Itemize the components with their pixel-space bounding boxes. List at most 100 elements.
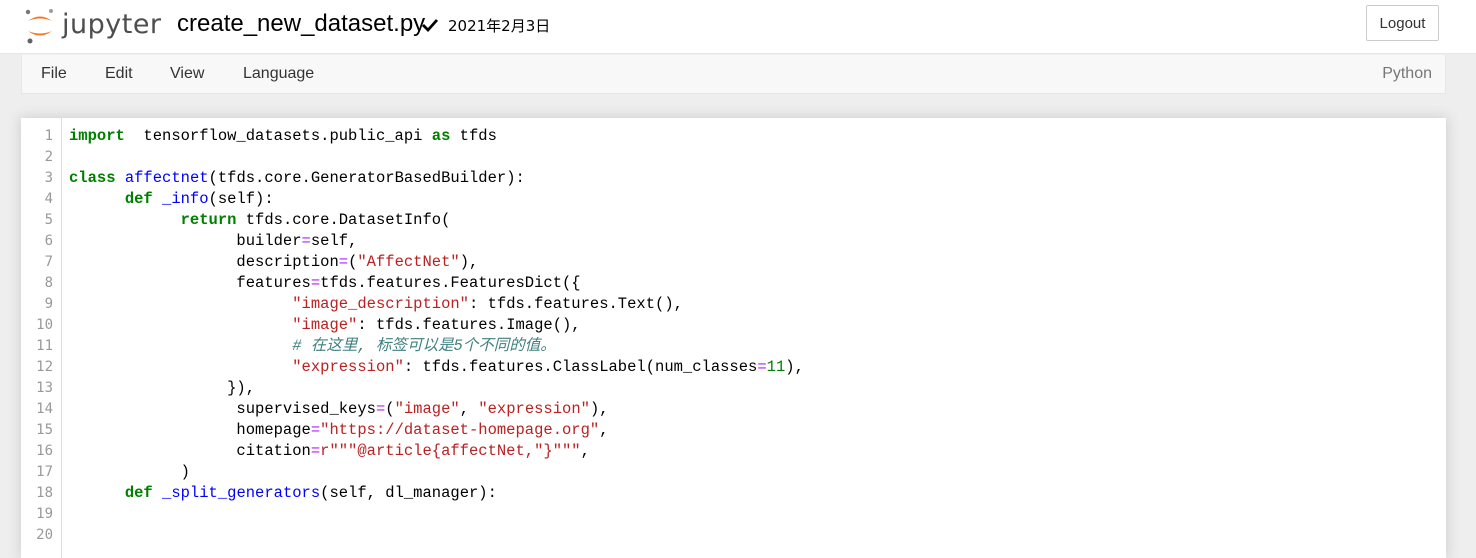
menu-edit[interactable]: Edit — [105, 65, 133, 83]
code-token: = — [301, 232, 311, 250]
code-token: def — [124, 190, 153, 208]
code-area[interactable]: import tensorflow_datasets.public_api as… — [69, 126, 1446, 558]
line-number: 2 — [44, 149, 53, 165]
line-number: 7 — [44, 254, 53, 270]
line-number: 11 — [36, 338, 53, 354]
checkmark-icon — [422, 19, 439, 33]
code-token: , — [599, 421, 609, 439]
code-token: ) — [69, 463, 190, 481]
code-token: (tfds.core.GeneratorBasedBuilder): — [208, 169, 525, 187]
code-token: ( — [348, 253, 358, 271]
code-token: tensorflow_datasets.public_api — [124, 127, 432, 145]
code-line[interactable]: homepage="https://dataset-homepage.org", — [69, 420, 609, 441]
code-token: "image" — [394, 400, 460, 418]
code-token: ), — [589, 400, 609, 418]
line-number: 16 — [36, 443, 53, 459]
code-token: = — [310, 421, 321, 439]
code-token: "AffectNet" — [357, 253, 460, 271]
line-number: 14 — [36, 401, 53, 417]
code-token: description — [69, 253, 339, 271]
logout-button[interactable]: Logout — [1366, 5, 1439, 41]
code-token: homepage — [69, 421, 311, 439]
header-bar: jupyter create_new_dataset.py 2021年2月3日 … — [0, 0, 1476, 54]
code-editor[interactable]: 1 2 3 4 5 6 7 8 9 10 11 12 13 14 15 16 17 18 19 20 import t… — [21, 118, 1446, 558]
code-token: = — [375, 400, 386, 418]
code-token: import — [69, 127, 125, 145]
code-line[interactable]: class affectnet(tfds.core.GeneratorBased… — [69, 168, 525, 189]
line-number: 15 — [36, 422, 53, 438]
code-token: , — [459, 400, 479, 418]
menu-language[interactable]: Language — [243, 65, 314, 83]
code-token: return — [180, 211, 237, 229]
code-line[interactable]: "expression": tfds.features.ClassLabel(n… — [69, 357, 804, 378]
code-line[interactable]: builder=self, — [69, 231, 357, 252]
line-number: 18 — [36, 485, 53, 501]
code-line[interactable]: "image": tfds.features.Image(), — [69, 315, 580, 336]
code-token: def — [124, 484, 153, 502]
code-token: "expression" — [292, 358, 404, 376]
code-token: affectnet — [124, 169, 209, 187]
line-number: 1 — [44, 128, 53, 144]
code-token: _split_generators — [162, 484, 321, 502]
code-token: features — [69, 274, 311, 292]
line-number: 9 — [44, 296, 53, 312]
line-number: 6 — [44, 233, 53, 249]
line-number: 4 — [44, 191, 53, 207]
menu-view[interactable]: View — [170, 65, 204, 83]
notebook-filename[interactable]: create_new_dataset.py — [177, 10, 425, 38]
code-token: r"""@article{affectNet,"}""" — [320, 442, 581, 460]
code-token: builder — [69, 232, 302, 250]
code-line[interactable]: citation=r"""@article{affectNet,"}""", — [69, 441, 590, 462]
code-token: "expression" — [478, 400, 590, 418]
code-line[interactable]: description=("AffectNet"), — [69, 252, 478, 273]
jupyter-logo-icon — [25, 9, 53, 44]
code-line[interactable]: def _split_generators(self, dl_manager): — [69, 483, 497, 504]
menubar: File Edit View Language Python — [21, 55, 1446, 94]
code-line[interactable]: supervised_keys=("image", "expression"), — [69, 399, 609, 420]
code-line[interactable]: ) — [69, 462, 190, 483]
code-token: (self, dl_manager): — [320, 484, 497, 502]
code-token: self, — [310, 232, 358, 250]
menu-file[interactable]: File — [41, 65, 67, 83]
code-token: ), — [459, 253, 479, 271]
code-token: = — [310, 274, 321, 292]
line-number: 17 — [36, 464, 53, 480]
line-number: 19 — [36, 506, 53, 522]
code-token: supervised_keys — [69, 400, 376, 418]
line-number: 3 — [44, 170, 53, 186]
line-number: 12 — [36, 359, 53, 375]
code-line[interactable]: features=tfds.features.FeaturesDict({ — [69, 273, 581, 294]
code-token: "https://dataset-homepage.org" — [320, 421, 600, 439]
line-number: 5 — [44, 212, 53, 228]
code-token: = — [757, 358, 767, 376]
last-saved-date: 2021年2月3日 — [448, 17, 551, 35]
code-token: # 在这里, 标签可以是5个不同的值。 — [292, 337, 556, 355]
code-token: tfds.features.FeaturesDict({ — [320, 274, 581, 292]
logo-text: jupyter — [62, 9, 162, 40]
code-token: ), — [785, 358, 804, 376]
code-line[interactable]: import tensorflow_datasets.public_api as… — [69, 126, 497, 147]
code-token: }), — [69, 379, 256, 397]
code-line[interactable]: # 在这里, 标签可以是5个不同的值。 — [69, 336, 556, 357]
code-token: "image_description" — [292, 295, 469, 313]
code-token: , — [580, 442, 590, 460]
line-number: 13 — [36, 380, 53, 396]
code-token: "image" — [292, 316, 358, 334]
jupyter-logo[interactable]: jupyter — [24, 6, 164, 46]
code-line[interactable]: "image_description": tfds.features.Text(… — [69, 294, 683, 315]
line-number: 8 — [44, 275, 53, 291]
code-line[interactable]: }), — [69, 378, 255, 399]
code-token: : tfds.features.Text(), — [468, 295, 683, 313]
code-token: 11 — [766, 358, 786, 376]
language-mode-indicator: Python — [1382, 65, 1432, 82]
code-token: tfds — [450, 127, 497, 145]
code-token: as — [431, 127, 451, 145]
code-line[interactable]: def _info(self): — [69, 189, 274, 210]
code-line[interactable]: return tfds.core.DatasetInfo( — [69, 210, 451, 231]
